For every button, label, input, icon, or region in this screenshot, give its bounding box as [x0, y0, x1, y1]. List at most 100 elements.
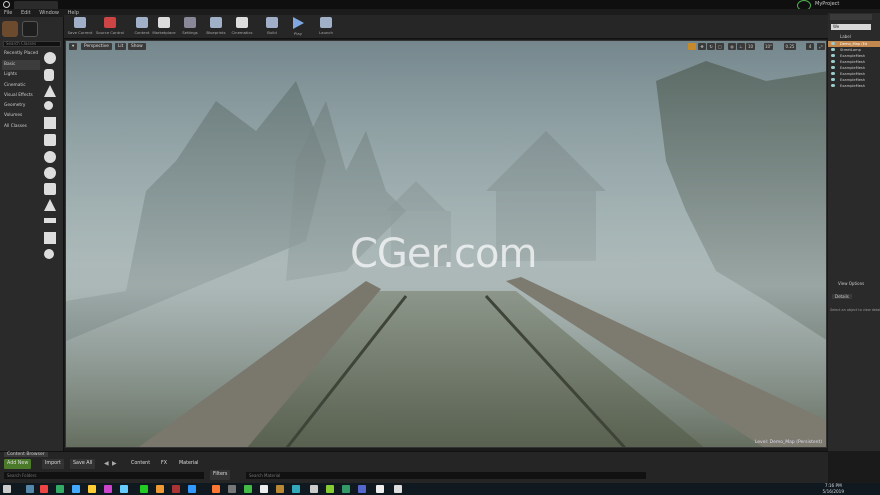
asset-search-input[interactable]: Search Material — [246, 472, 646, 479]
nav-forward-icon[interactable]: ▶ — [112, 460, 117, 467]
visibility-eye-icon[interactable] — [831, 78, 835, 81]
save-all-button[interactable]: Save All — [70, 459, 96, 469]
add-new-button[interactable]: Add New — [4, 459, 32, 469]
menu-edit[interactable]: Edit — [21, 10, 31, 16]
category-all-classes[interactable]: All Classes — [2, 122, 40, 132]
cone-icon[interactable] — [44, 85, 56, 97]
view-options-button[interactable]: View Options — [838, 281, 864, 286]
camera-speed-value[interactable]: 4 — [806, 43, 814, 50]
paint-mode-icon[interactable] — [22, 21, 38, 37]
sphere-icon[interactable] — [44, 52, 56, 64]
app-icon[interactable] — [156, 485, 164, 493]
app-icon[interactable] — [310, 485, 318, 493]
folder-search-input[interactable]: Search Folders — [4, 472, 204, 479]
cylinder-icon[interactable] — [44, 69, 54, 81]
category-lights[interactable]: Lights — [2, 70, 40, 80]
visibility-eye-icon[interactable] — [831, 72, 835, 75]
app-icon[interactable] — [212, 485, 220, 493]
rotation-snap-value[interactable]: 10° — [764, 43, 773, 50]
app-icon[interactable] — [358, 485, 366, 493]
details-tab[interactable]: Details — [832, 294, 852, 299]
app-icon[interactable] — [72, 485, 80, 493]
outliner-row[interactable]: ExampleMesh — [828, 83, 880, 89]
visibility-eye-icon[interactable] — [831, 60, 835, 63]
plane-icon[interactable] — [44, 218, 56, 223]
app-icon[interactable] — [394, 485, 402, 493]
app-icon[interactable] — [26, 485, 34, 493]
world-space-icon[interactable]: ◍ — [728, 43, 736, 50]
category-visual-effects[interactable]: Visual Effects — [2, 91, 40, 101]
menu-file[interactable]: File — [4, 10, 12, 16]
visibility-eye-icon[interactable] — [831, 66, 835, 69]
content-browser-tab[interactable]: Content Browser — [4, 452, 48, 457]
source-control-button[interactable]: Source Control — [96, 16, 124, 38]
launch-button[interactable]: Launch — [312, 16, 340, 38]
app-icon[interactable] — [56, 485, 64, 493]
app-icon[interactable] — [260, 485, 268, 493]
breadcrumb-content[interactable]: Content — [128, 459, 153, 469]
app-icon[interactable] — [172, 485, 180, 493]
modes-search[interactable]: Search Classes — [3, 41, 61, 47]
place-mode-icon[interactable] — [2, 21, 18, 37]
player-start-icon[interactable] — [44, 134, 56, 146]
lit-button[interactable]: Lit — [115, 43, 127, 50]
viewport-options-button[interactable]: ▾ — [69, 43, 78, 50]
level-tab[interactable] — [14, 1, 58, 9]
visibility-eye-icon[interactable] — [831, 84, 835, 87]
sphere-2-icon[interactable] — [44, 151, 56, 163]
cinematics-button[interactable]: Cinematics — [228, 16, 256, 38]
cylinder-2-icon[interactable] — [44, 183, 56, 195]
visibility-eye-icon[interactable] — [831, 54, 835, 57]
point-light-icon[interactable] — [44, 101, 53, 110]
box-icon[interactable] — [44, 117, 56, 129]
app-icon[interactable] — [326, 485, 334, 493]
translate-icon[interactable]: ✥ — [698, 43, 706, 50]
breadcrumb-material[interactable]: Material — [176, 459, 202, 469]
category-recently-placed[interactable]: Recently Placed — [2, 49, 40, 59]
surface-snap-icon[interactable]: ⊥ — [737, 43, 745, 50]
category-cinematic[interactable]: Cinematic — [2, 81, 40, 91]
breadcrumb-fx[interactable]: FX — [158, 459, 170, 469]
build-button[interactable]: Build — [258, 16, 286, 38]
app-icon[interactable] — [228, 485, 236, 493]
system-clock[interactable]: 7:16 PM 5/16/2019 — [823, 483, 844, 495]
app-icon[interactable] — [104, 485, 112, 493]
outliner-tab[interactable] — [830, 14, 872, 20]
cone-2-icon[interactable] — [44, 199, 56, 211]
app-icon[interactable] — [342, 485, 350, 493]
nav-back-icon[interactable]: ◀ — [104, 460, 109, 467]
sphere-3-icon[interactable] — [44, 167, 56, 179]
show-button[interactable]: Show — [128, 43, 146, 50]
maximize-viewport-icon[interactable]: ⤢ — [817, 43, 825, 50]
rotate-icon[interactable]: ↻ — [707, 43, 715, 50]
grid-snap-value[interactable]: 10 — [746, 43, 755, 50]
category-volumes[interactable]: Volumes — [2, 111, 40, 121]
box-2-icon[interactable] — [44, 232, 56, 244]
app-icon[interactable] — [244, 485, 252, 493]
save-current-button[interactable]: Save Current — [66, 16, 94, 38]
app-icon[interactable] — [140, 485, 148, 493]
realtime-toggle-icon[interactable] — [688, 43, 696, 50]
outliner-column-label[interactable]: Label — [840, 34, 851, 39]
visibility-eye-icon[interactable] — [831, 48, 835, 51]
play-button[interactable]: Play — [284, 16, 312, 38]
menu-window[interactable]: Window — [39, 10, 59, 16]
level-viewport[interactable]: ▾ Perspective Lit Show ✥ ↻ □ ◍ ⊥ 10 10° … — [65, 40, 827, 448]
start-icon[interactable] — [3, 485, 11, 493]
scale-icon[interactable]: □ — [716, 43, 724, 50]
perspective-button[interactable]: Perspective — [81, 43, 112, 50]
scale-snap-value[interactable]: 0.25 — [784, 43, 796, 50]
import-button[interactable]: Import — [42, 459, 64, 469]
marketplace-button[interactable]: Marketplace — [150, 16, 178, 38]
category-basic[interactable]: Basic — [2, 60, 40, 70]
app-icon[interactable] — [188, 485, 196, 493]
filters-button[interactable]: Filters — [210, 470, 231, 480]
visibility-eye-icon[interactable] — [831, 42, 835, 45]
blueprints-button[interactable]: Blueprints — [202, 16, 230, 38]
app-icon[interactable] — [40, 485, 48, 493]
app-icon[interactable] — [120, 485, 128, 493]
app-icon[interactable] — [88, 485, 96, 493]
sphere-4-icon[interactable] — [44, 249, 54, 259]
category-geometry[interactable]: Geometry — [2, 101, 40, 111]
settings-button[interactable]: Settings — [176, 16, 204, 38]
